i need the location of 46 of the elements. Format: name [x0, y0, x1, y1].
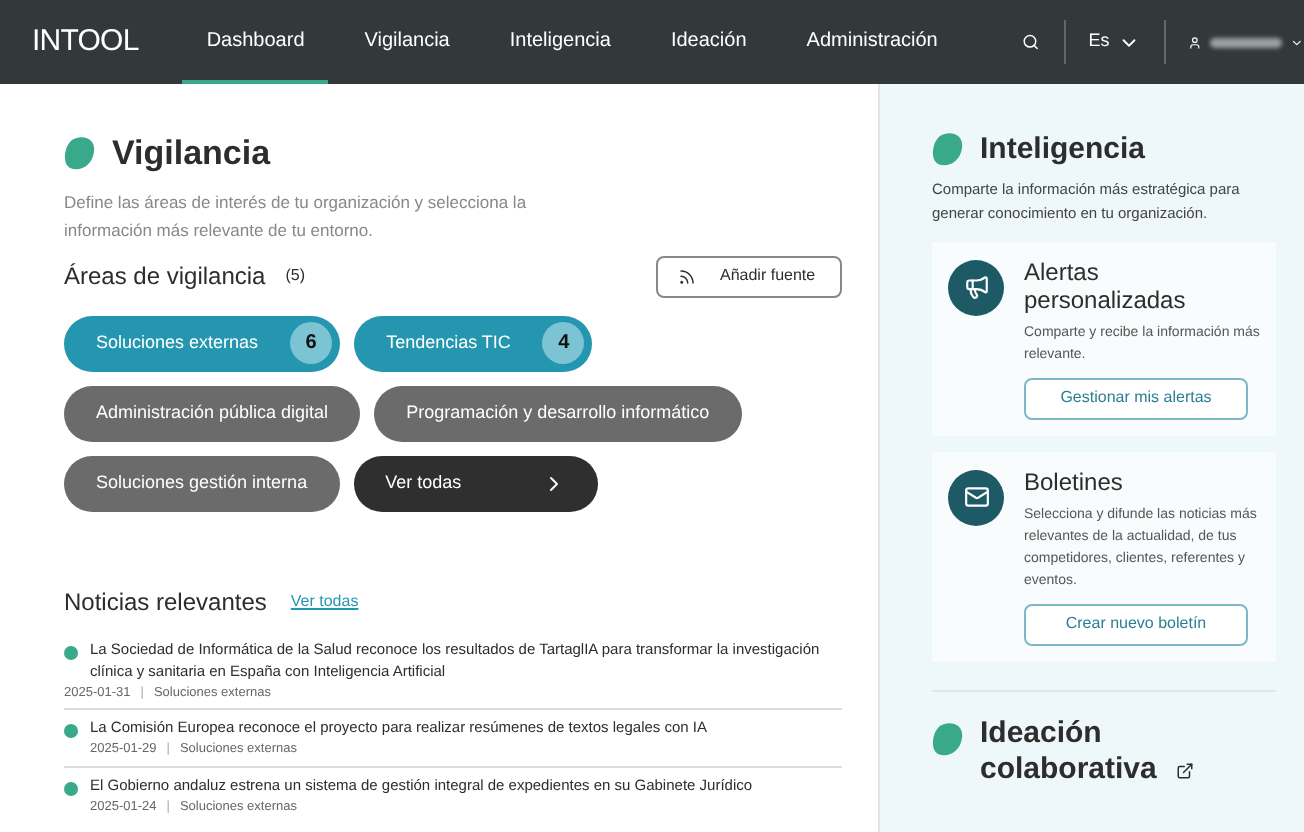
area-chip[interactable]: Ver todas [353, 455, 598, 511]
area-chip[interactable]: Programación y desarrollo informático [374, 385, 742, 441]
section-title: Vigilancia [112, 132, 271, 176]
count-badge: 6 [290, 322, 333, 364]
nav-tab[interactable]: Vigilancia [340, 0, 474, 84]
bullet-icon [64, 782, 78, 796]
bullet-icon [64, 645, 78, 659]
leaf-icon [64, 135, 96, 172]
megaphone-icon [963, 274, 989, 300]
card-button[interactable]: Crear nuevo boletín [1024, 603, 1248, 645]
nav-tab[interactable]: Dashboard [182, 0, 329, 84]
nav-tab[interactable]: Administración [782, 0, 962, 84]
area-chip[interactable]: Soluciones externas 6 [64, 315, 341, 371]
chip-label: Soluciones gestión interna [96, 469, 308, 496]
section-title: Inteligencia [980, 130, 1146, 170]
chip-label: Tendencias TIC [386, 329, 511, 356]
leaf-icon [932, 721, 964, 757]
chip-label: Soluciones externas [96, 329, 259, 356]
external-link-icon[interactable] [1176, 761, 1194, 779]
leaf-icon [932, 132, 964, 169]
section-description: Define las áreas de interés de tu organización y selecciona la información más relevante de tu entorno. [64, 189, 529, 243]
card-title: Alertas personalizadas [1024, 257, 1188, 313]
mail-icon [963, 484, 989, 510]
redacted-username [1210, 37, 1283, 47]
see-all-link[interactable]: Ver todas [290, 589, 359, 613]
area-chip[interactable]: Tendencias TIC 4 [354, 315, 593, 371]
rss-icon [678, 267, 696, 285]
chip-label: Ver todas [385, 469, 462, 496]
news-heading: Noticias relevantes [64, 585, 267, 619]
language-selector[interactable]: Es [1088, 28, 1140, 56]
nav-tab[interactable]: Inteligencia [485, 0, 635, 84]
user-icon [1188, 31, 1203, 53]
chip-label: Administración pública digital [96, 399, 329, 426]
area-chip[interactable]: Administración pública digital [64, 385, 361, 441]
section-title: Ideación colaborativa [980, 715, 1159, 787]
nav-tab[interactable]: Ideación [646, 0, 771, 84]
bullet-icon [64, 724, 78, 739]
areas-count: (5) [285, 264, 306, 288]
count-badge: 4 [542, 322, 585, 364]
card-button[interactable]: Gestionar mis alertas [1024, 377, 1248, 419]
card-title: Boletines [1024, 467, 1125, 495]
logo: INTOOL [32, 21, 139, 62]
add-source-button[interactable]: Añadir fuente [656, 255, 842, 297]
chip-label: Programación y desarrollo informático [406, 399, 710, 426]
area-chip[interactable]: Soluciones gestión interna [64, 455, 340, 511]
areas-heading: Áreas de vigilancia [64, 260, 266, 294]
